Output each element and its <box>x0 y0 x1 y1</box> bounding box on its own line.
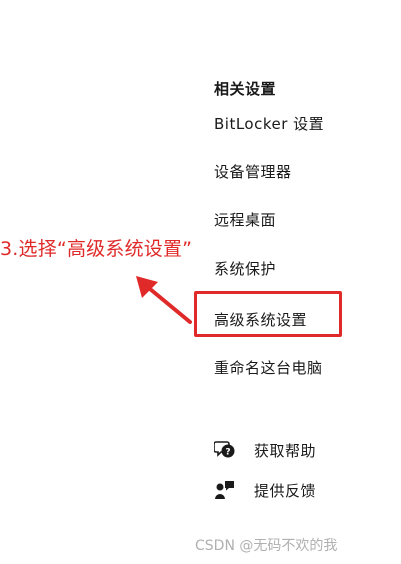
device-manager-link[interactable]: 设备管理器 <box>214 161 292 182</box>
feedback-link[interactable]: 提供反馈 <box>254 480 316 501</box>
svg-text:?: ? <box>225 448 230 458</box>
annotation-text: 3.选择“高级系统设置” <box>0 238 193 260</box>
get-help-row[interactable]: ? 获取帮助 <box>214 438 316 462</box>
get-help-link[interactable]: 获取帮助 <box>254 440 316 461</box>
bitlocker-settings-link[interactable]: BitLocker 设置 <box>214 113 324 134</box>
related-settings-title: 相关设置 <box>214 80 277 98</box>
watermark: CSDN @无码不欢的我 <box>195 538 338 554</box>
chat-help-icon: ? <box>214 439 236 461</box>
highlight-box <box>194 291 342 337</box>
feedback-person-icon <box>214 479 236 501</box>
annotation-arrow-icon <box>136 276 192 324</box>
rename-pc-link[interactable]: 重命名这台电脑 <box>214 357 323 378</box>
system-protection-link[interactable]: 系统保护 <box>214 258 276 279</box>
remote-desktop-link[interactable]: 远程桌面 <box>214 209 276 230</box>
feedback-row[interactable]: 提供反馈 <box>214 478 316 502</box>
